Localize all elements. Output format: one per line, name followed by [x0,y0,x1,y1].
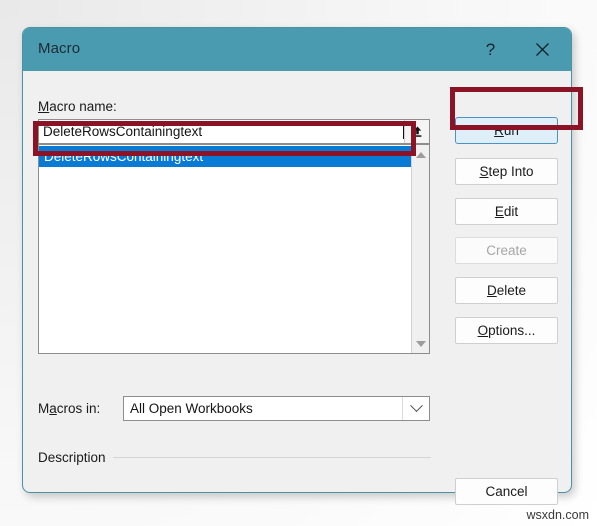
options-button[interactable]: Options... [455,317,558,344]
help-icon[interactable]: ? [468,28,513,71]
dialog-title: Macro [38,40,81,57]
macro-list[interactable]: DeleteRowsContainingtext [38,144,430,354]
macros-in-label-prefix: M [38,401,50,416]
macro-name-input[interactable] [39,120,403,143]
options-button-accel: O [477,323,489,338]
macro-dialog: Macro ? Macro name: DeleteRowsContaining… [22,27,572,505]
run-button-label: un [503,123,519,138]
triangle-up-icon[interactable] [412,146,429,163]
step-into-button-label: tep Into [488,164,534,179]
macro-list-items: DeleteRowsContainingtext [39,145,411,353]
list-item[interactable]: DeleteRowsContainingtext [39,146,411,167]
macro-name-label-accel: M [38,99,50,114]
run-button[interactable]: Run [455,117,558,144]
delete-button-accel: D [486,283,497,298]
delete-button-label: elete [496,283,527,298]
watermark: wsxdn.com [526,508,589,522]
step-into-button[interactable]: Step Into [455,158,558,185]
dialog-titlebar: Macro ? [23,28,571,71]
description-label: Description [38,450,106,465]
options-button-label: ptions... [488,323,536,338]
create-button: Create [455,237,558,264]
triangle-down-icon[interactable] [412,335,429,352]
run-button-accel: R [494,123,504,138]
upload-arrow-icon[interactable] [404,120,429,143]
edit-button-label: dit [503,204,519,219]
dialog-body: Macro name: DeleteRowsContainingtext Del… [23,71,571,505]
edit-button-accel: E [494,204,504,219]
cancel-button[interactable]: Cancel [455,478,558,505]
macro-name-field[interactable] [38,119,430,144]
macros-in-label: Macros in: [38,401,100,416]
macro-name-label-rest: acro name: [49,99,117,114]
macros-in-select[interactable]: All Open Workbooks [123,396,430,421]
macros-in-value: All Open Workbooks [130,401,253,416]
edit-button[interactable]: Edit [455,198,558,225]
delete-button[interactable]: Delete [455,277,558,304]
chevron-down-icon[interactable] [402,397,429,420]
description-separator [113,457,431,458]
macros-in-label-accel: a [49,401,57,416]
macro-name-label: Macro name: [38,99,117,114]
close-icon[interactable] [520,28,565,71]
macro-list-scrollbar[interactable] [411,145,429,353]
macros-in-label-rest: cros in: [56,401,101,416]
